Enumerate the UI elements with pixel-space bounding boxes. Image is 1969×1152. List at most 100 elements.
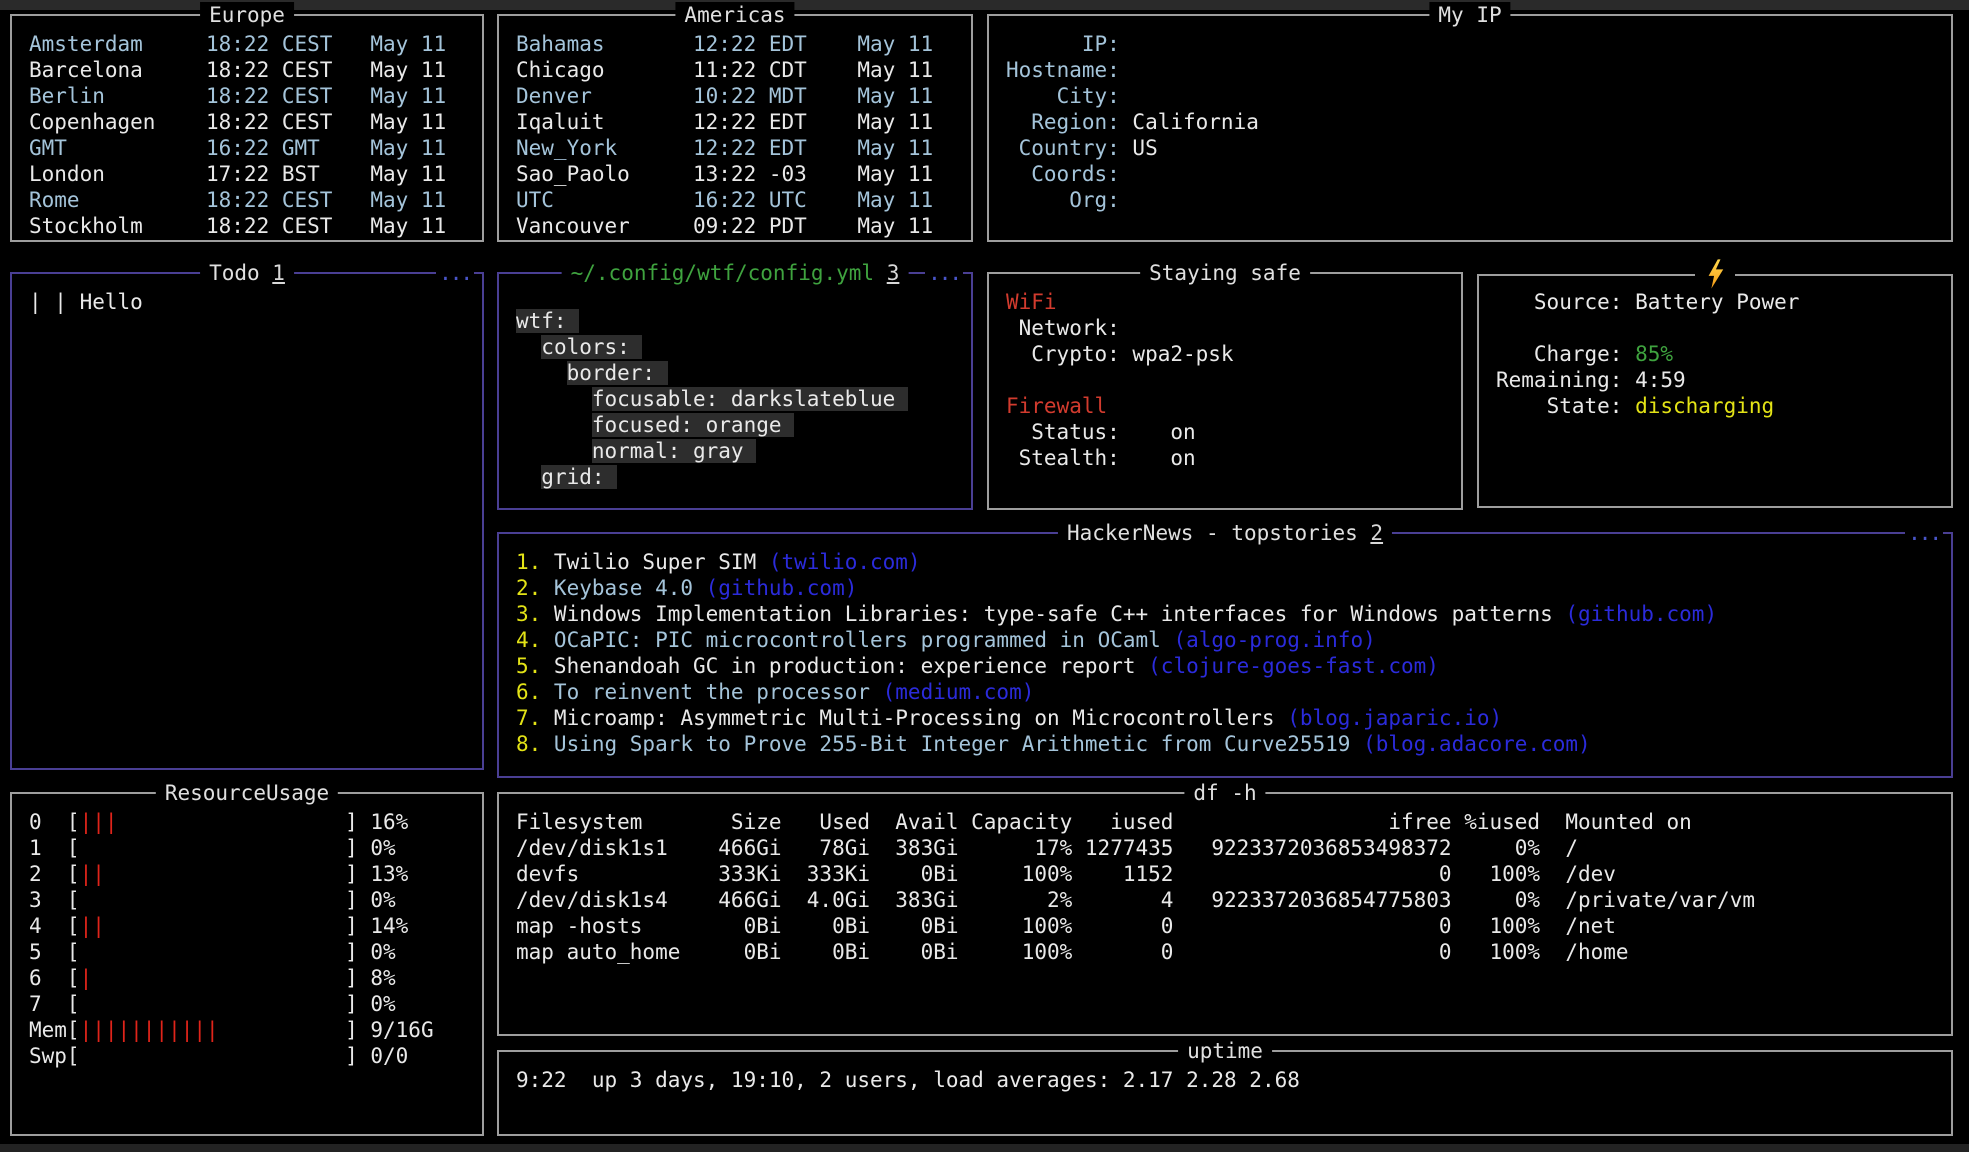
df-cell-mount: /private/var/vm [1565, 887, 1934, 913]
story-item[interactable]: 3.Windows Implementation Libraries: type… [516, 601, 1934, 627]
df-cell-avail: 0Bi [870, 913, 959, 939]
overflow-indicator: ... [925, 260, 963, 286]
overflow-indicator: ... [436, 260, 474, 286]
story-rank: 5. [516, 653, 541, 679]
panel-battery: Source:Battery Power Charge:85% Remainin… [1477, 274, 1953, 508]
clock-date: May 11 [845, 31, 934, 57]
clock-time: 09:22 [693, 213, 756, 239]
disk-table-grid: FilesystemSizeUsedAvailCapacityiusedifre… [516, 809, 1934, 965]
df-cell-avail: 383Gi [870, 887, 959, 913]
meter-bracket: [ [67, 836, 80, 860]
my-ip-fields: IP: Hostname: City: Region:California Co… [989, 16, 1951, 213]
df-cell-size: 466Gi [693, 887, 782, 913]
config-line: focusable: darkslateblue [516, 386, 954, 412]
clock-city: GMT [29, 135, 206, 161]
story-rank: 8. [516, 731, 541, 757]
field-label: Region: [1006, 109, 1120, 135]
story-title[interactable]: Shenandoah GC in production: experience … [541, 653, 1135, 679]
todo-checkbox[interactable]: | | [29, 290, 67, 314]
story-domain-link[interactable]: (medium.com) [870, 679, 1034, 705]
meter-value: 14% [358, 914, 409, 938]
story-item[interactable]: 7.Microamp: Asymmetric Multi-Processing … [516, 705, 1934, 731]
story-title[interactable]: Twilio Super SIM [541, 549, 756, 575]
story-domain-link[interactable]: (algo-prog.info) [1161, 627, 1376, 653]
field-value [1120, 187, 1133, 213]
story-title[interactable]: OCaPIC: PIC microcontrollers programmed … [541, 627, 1161, 653]
clock-date: May 11 [845, 187, 934, 213]
df-cell-pct-iused: 0% [1452, 835, 1541, 861]
df-cell-capacity: 100% [959, 861, 1073, 887]
clock-city: Bahamas [516, 31, 693, 57]
staying-safe-content: WiFi Network: Crypto:wpa2-psk Firewall S… [989, 274, 1461, 471]
story-domain-link[interactable]: (blog.japaric.io) [1275, 705, 1503, 731]
clock-timezone: CEST [269, 109, 357, 135]
story-item[interactable]: 4.OCaPIC: PIC microcontrollers programme… [516, 627, 1934, 653]
todo-item-text: Hello [67, 290, 143, 314]
panel-title: Todo1 [200, 260, 294, 286]
df-cell-size: 0Bi [693, 939, 782, 965]
clock-time: 11:22 [693, 57, 756, 83]
clock-timezone: -03 [756, 161, 844, 187]
hackernews-story-list: 1.Twilio Super SIM(twilio.com) 2.Keybase… [499, 534, 1951, 757]
wifi-section-heading: WiFi [1006, 289, 1444, 315]
clock-timezone: GMT [269, 135, 357, 161]
config-indent [516, 335, 541, 359]
clock-date: May 11 [845, 109, 934, 135]
story-domain-link[interactable]: (twilio.com) [756, 549, 920, 575]
todo-item[interactable]: | |Hello [29, 289, 465, 315]
story-item[interactable]: 5.Shenandoah GC in production: experienc… [516, 653, 1934, 679]
config-line: colors: [516, 334, 954, 360]
df-cell-pct-iused: 100% [1452, 913, 1541, 939]
story-item[interactable]: 2.Keybase 4.0(github.com) [516, 575, 1934, 601]
df-cell-used: 0Bi [782, 913, 871, 939]
spacer [1496, 315, 1934, 341]
story-item[interactable]: 8.Using Spark to Prove 255-Bit Integer A… [516, 731, 1934, 757]
story-domain-link[interactable]: (clojure-goes-fast.com) [1136, 653, 1439, 679]
story-title[interactable]: Keybase 4.0 [541, 575, 693, 601]
clock-time: 18:22 [206, 83, 269, 109]
wifi-field-row: Crypto:wpa2-psk [1006, 341, 1444, 367]
panel-todo[interactable]: Todo1 ... | |Hello [10, 272, 484, 770]
clock-timezone: MDT [756, 83, 844, 109]
config-line: normal: gray [516, 438, 954, 464]
story-item[interactable]: 1.Twilio Super SIM(twilio.com) [516, 549, 1934, 575]
field-label: Charge: [1496, 341, 1622, 367]
clock-row: Stockholm18:22CESTMay 11 [29, 213, 465, 239]
df-cell-ifree: 0 [1173, 861, 1451, 887]
meter-bars: ||||||||||| [80, 1017, 346, 1043]
df-cell-filesystem: /dev/disk1s1 [516, 835, 693, 861]
firewall-field-row: Stealth:on [1006, 445, 1444, 471]
meter-bracket: ] [345, 810, 358, 834]
todo-panel-index: 1 [260, 261, 285, 285]
panel-hackernews[interactable]: HackerNews - topstories2 ... 1.Twilio Su… [497, 532, 1953, 778]
field-label: Stealth: [1006, 445, 1120, 471]
df-cell-capacity: 100% [959, 913, 1073, 939]
df-cell-capacity: 100% [959, 939, 1073, 965]
df-cell-avail: 383Gi [870, 835, 959, 861]
clock-timezone: EDT [756, 109, 844, 135]
firewall-field-row: Status:on [1006, 419, 1444, 445]
meter-label: 2 [29, 861, 67, 887]
story-title[interactable]: Using Spark to Prove 255-Bit Integer Ari… [541, 731, 1350, 757]
story-title[interactable]: Windows Implementation Libraries: type-s… [541, 601, 1552, 627]
story-item[interactable]: 6.To reinvent the processor(medium.com) [516, 679, 1934, 705]
config-line: border: [516, 360, 954, 386]
meter-bracket: ] [345, 862, 358, 886]
story-rank: 7. [516, 705, 541, 731]
story-title[interactable]: Microamp: Asymmetric Multi-Processing on… [541, 705, 1274, 731]
meter-bars: | [80, 965, 346, 991]
meter-bracket: ] [345, 836, 358, 860]
story-domain-link[interactable]: (github.com) [1553, 601, 1717, 627]
meter-value: 16% [358, 810, 409, 834]
column-header: Avail [870, 809, 959, 835]
field-value: on [1120, 419, 1196, 445]
clock-time: 16:22 [206, 135, 269, 161]
story-domain-link[interactable]: (blog.adacore.com) [1350, 731, 1590, 757]
story-rank: 2. [516, 575, 541, 601]
panel-title: My IP [1429, 2, 1510, 28]
story-title[interactable]: To reinvent the processor [541, 679, 870, 705]
panel-title: Staying safe [1140, 260, 1310, 286]
df-cell-size: 333Ki [693, 861, 782, 887]
story-domain-link[interactable]: (github.com) [693, 575, 857, 601]
panel-config-file[interactable]: ~/.config/wtf/config.yml3 ... wtf: color… [497, 272, 973, 510]
